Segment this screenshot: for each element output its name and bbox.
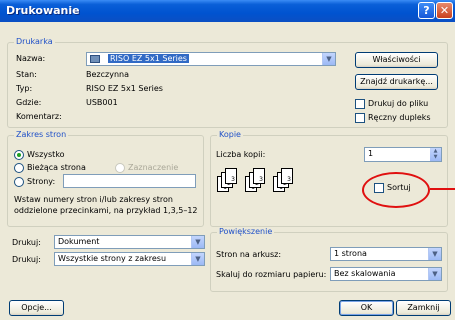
pages-input[interactable] (63, 174, 196, 188)
annotation-arrow-line (430, 188, 455, 190)
ok-button[interactable]: OK (339, 300, 394, 316)
range-all-label: Wszystko (27, 150, 65, 159)
printer-name-label: Nazwa: (16, 54, 46, 63)
zoom-label: Powiększenie (217, 227, 275, 236)
pages-per-sheet-label: Stron na arkusz: (216, 250, 282, 259)
print-what-select[interactable]: Dokument ▼ (54, 235, 205, 249)
page-range-label: Zakres stron (14, 130, 69, 139)
range-pages-label: Strony: (27, 177, 56, 186)
copies-label: Kopie (217, 130, 243, 139)
print-pages-value: Wszystkie strony z zakresu (58, 254, 167, 263)
find-printer-button[interactable]: Znajdź drukarkę... (355, 74, 438, 90)
window-title: Drukowanie (6, 4, 80, 17)
copies-spinner[interactable]: ▲ ▼ (430, 148, 441, 161)
close-window-button[interactable]: ✕ (436, 2, 453, 19)
chevron-down-icon[interactable]: ▼ (428, 248, 441, 260)
where-value: USB001 (86, 98, 118, 107)
manual-duplex-checkbox[interactable] (355, 113, 365, 123)
range-selection-label: Zaznaczenie (128, 163, 179, 172)
range-hint-line2: oddzielone przecinkami, na przykład 1,3,… (14, 206, 198, 215)
help-button[interactable]: ? (418, 2, 435, 19)
print-dialog: Drukowanie ? ✕ Drukarka Nazwa: RISO EZ 5… (0, 0, 455, 320)
options-button[interactable]: Opcje... (9, 300, 64, 316)
printer-group-label: Drukarka (14, 37, 55, 46)
type-label: Typ: (16, 84, 33, 93)
range-hint-line1: Wstaw numery stron i/lub zakresy stron (14, 195, 173, 204)
pages-per-sheet-value: 1 strona (334, 249, 367, 258)
print-what-label: Drukuj: (12, 238, 41, 247)
print-to-file-checkbox[interactable] (355, 99, 365, 109)
status-label: Stan: (16, 70, 37, 79)
chevron-down-icon[interactable]: ▼ (322, 53, 335, 65)
scale-label: Skaluj do rozmiaru papieru: (216, 270, 327, 279)
range-current-label: Bieżąca strona (27, 163, 86, 172)
comment-label: Komentarz: (16, 112, 62, 121)
chevron-down-icon[interactable]: ▼ (191, 253, 204, 265)
print-pages-select[interactable]: Wszystkie strony z zakresu ▼ (54, 252, 205, 266)
scale-value: Bez skalowania (334, 269, 396, 278)
chevron-down-icon[interactable]: ▼ (428, 268, 441, 280)
range-current-radio[interactable] (14, 163, 24, 173)
chevron-down-icon[interactable]: ▼ (191, 236, 204, 248)
where-label: Gdzie: (16, 98, 42, 107)
close-button[interactable]: Zamknij (396, 300, 451, 316)
pages-per-sheet-select[interactable]: 1 strona ▼ (330, 247, 442, 261)
range-all-radio[interactable] (14, 150, 24, 160)
title-bar: Drukowanie ? ✕ (0, 0, 455, 22)
print-to-file-label: Drukuj do pliku (368, 99, 429, 108)
copy-page: 3 (225, 168, 237, 184)
range-selection-radio (115, 163, 125, 173)
copies-count-input[interactable]: 1 ▲ ▼ (364, 147, 442, 162)
printer-name-select[interactable]: RISO EZ 5x1 Series ▼ (86, 52, 336, 66)
copy-page: 3 (253, 168, 265, 184)
properties-button[interactable]: Właściwości (355, 52, 438, 68)
range-pages-radio[interactable] (14, 177, 24, 187)
manual-duplex-label: Ręczny dupleks (368, 113, 431, 122)
printer-icon (90, 54, 100, 63)
print-what-value: Dokument (58, 237, 100, 246)
copies-count-value: 1 (368, 149, 374, 158)
zoom-group: Powiększenie (210, 227, 448, 292)
copy-page: 3 (281, 168, 293, 184)
scale-select[interactable]: Bez skalowania ▼ (330, 267, 442, 281)
status-value: Bezczynna (86, 70, 129, 79)
type-value: RISO EZ 5x1 Series (86, 84, 163, 93)
annotation-circle (362, 172, 430, 208)
print-pages-label: Drukuj: (12, 255, 41, 264)
printer-name-value: RISO EZ 5x1 Series (108, 54, 189, 63)
copies-count-label: Liczba kopii: (216, 150, 266, 159)
